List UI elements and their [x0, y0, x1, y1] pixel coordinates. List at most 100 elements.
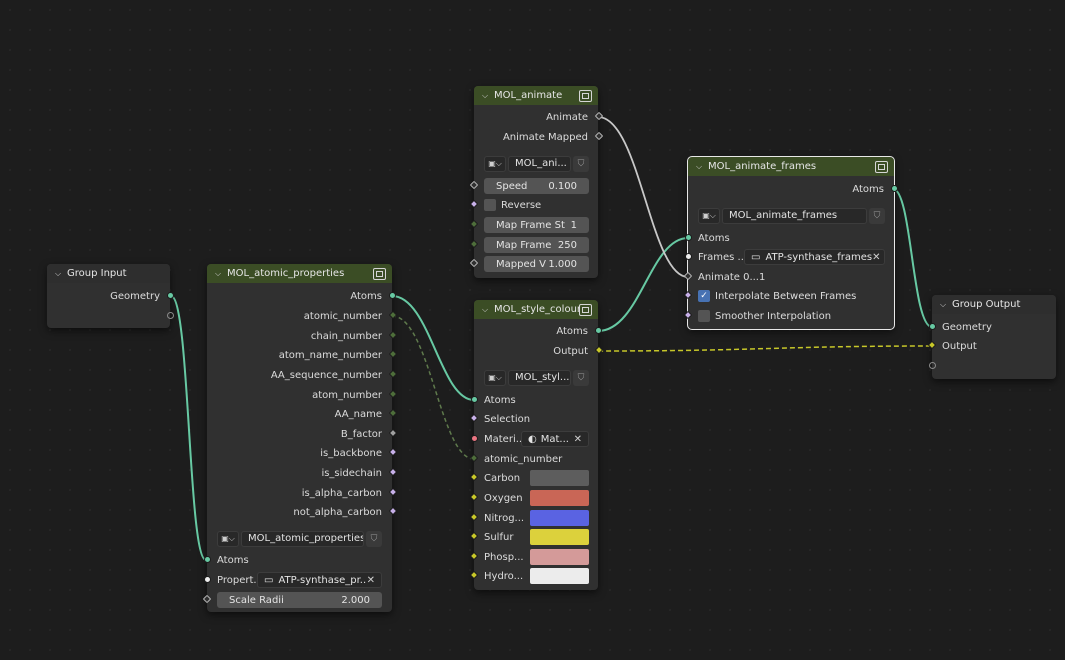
- empty-socket-icon[interactable]: [928, 362, 936, 369]
- float-socket-icon[interactable]: [469, 180, 478, 190]
- group-input-node[interactable]: ⌵ Group Input Geometry: [47, 264, 174, 328]
- empty-socket-icon[interactable]: [166, 312, 174, 319]
- node-group-picker[interactable]: ▣⌵ MOL_ani... ⛉: [484, 155, 589, 172]
- style-colour-node[interactable]: ⌵ MOL_style_colour Atoms Output ▣⌵ MOL_s…: [469, 300, 603, 590]
- node-tree-icon[interactable]: ▣⌵: [698, 207, 720, 224]
- material-field[interactable]: ◐ Mat... ✕: [521, 431, 589, 447]
- bool-socket-icon[interactable]: [388, 467, 397, 477]
- node-header[interactable]: ⌵ Group Input: [47, 264, 170, 283]
- group-output-node[interactable]: ⌵ Group Output Geometry Output: [927, 295, 1056, 379]
- geometry-socket-icon[interactable]: [890, 185, 898, 192]
- node-group-picker[interactable]: ▣⌵ MOL_animate_frames ⛉: [698, 207, 885, 224]
- geometry-socket-icon[interactable]: [684, 234, 692, 241]
- node-tree-icon[interactable]: ▣⌵: [484, 369, 506, 386]
- node-header[interactable]: ⌵ MOL_animate: [474, 86, 598, 105]
- bool-socket-icon[interactable]: [683, 290, 692, 300]
- interpolate-checkbox[interactable]: ✓: [698, 290, 710, 302]
- node-group-icon[interactable]: [875, 160, 888, 173]
- int-socket-icon[interactable]: [388, 330, 397, 340]
- map-frame-field[interactable]: Map Frame 250: [484, 237, 589, 253]
- clear-icon[interactable]: ✕: [872, 252, 880, 263]
- node-header[interactable]: ⌵ MOL_style_colour: [474, 300, 598, 319]
- map-frame-start-field[interactable]: Map Frame St 1: [484, 217, 589, 233]
- clear-icon[interactable]: ✕: [574, 434, 582, 445]
- node-group-name[interactable]: MOL_styl...: [508, 369, 571, 386]
- chevron-down-icon[interactable]: ⌵: [940, 300, 952, 310]
- color-socket-icon[interactable]: [469, 512, 478, 522]
- smoother-checkbox[interactable]: [698, 310, 710, 322]
- node-tree-icon[interactable]: ▣⌵: [217, 530, 239, 547]
- atomic-properties-node[interactable]: ⌵ MOL_atomic_properties Atoms atomic_num…: [202, 264, 397, 612]
- geometry-socket-icon[interactable]: [470, 396, 478, 403]
- float-socket-icon[interactable]: [202, 594, 211, 604]
- color-socket-icon[interactable]: [469, 472, 478, 482]
- bool-socket-icon[interactable]: [683, 310, 692, 320]
- frames-collection-field[interactable]: ▭ ATP-synthase_frames ✕: [744, 249, 885, 265]
- node-group-picker[interactable]: ▣⌵ MOL_styl... ⛉: [484, 369, 589, 386]
- chevron-down-icon[interactable]: ⌵: [482, 305, 494, 315]
- geometry-socket-icon[interactable]: [388, 292, 396, 299]
- sulfur-color-swatch[interactable]: [530, 529, 589, 545]
- carbon-color-swatch[interactable]: [530, 470, 589, 486]
- int-socket-icon[interactable]: [388, 310, 397, 320]
- fake-user-shield-icon[interactable]: ⛉: [366, 530, 382, 547]
- node-group-name[interactable]: MOL_atomic_properties: [241, 530, 364, 547]
- chevron-down-icon[interactable]: ⌵: [215, 269, 227, 279]
- node-header[interactable]: ⌵ Group Output: [932, 295, 1056, 314]
- hydrogen-color-swatch[interactable]: [530, 568, 589, 584]
- float-socket-icon[interactable]: [594, 131, 603, 141]
- property-object-field[interactable]: ▭ ATP-synthase_pr... ✕: [257, 572, 382, 588]
- int-socket-icon[interactable]: [388, 369, 397, 379]
- bool-socket-icon[interactable]: [388, 506, 397, 516]
- bool-socket-icon[interactable]: [469, 199, 478, 209]
- object-socket-icon[interactable]: [203, 576, 211, 583]
- int-socket-icon[interactable]: [388, 349, 397, 359]
- int-socket-icon[interactable]: [388, 389, 397, 399]
- color-socket-icon[interactable]: [469, 492, 478, 502]
- fake-user-shield-icon[interactable]: ⛉: [869, 207, 885, 224]
- node-group-name[interactable]: MOL_animate_frames: [722, 207, 867, 224]
- node-group-icon[interactable]: [579, 303, 592, 316]
- geometry-socket-icon[interactable]: [166, 292, 174, 299]
- node-header[interactable]: ⌵ MOL_atomic_properties: [207, 264, 392, 283]
- float-socket-icon[interactable]: [683, 271, 692, 281]
- float-socket-icon[interactable]: [388, 428, 397, 438]
- geometry-socket-icon[interactable]: [928, 323, 936, 330]
- int-socket-icon[interactable]: [469, 239, 478, 249]
- color-socket-icon[interactable]: [469, 570, 478, 580]
- fake-user-shield-icon[interactable]: ⛉: [573, 155, 589, 172]
- node-group-name[interactable]: MOL_ani...: [508, 155, 571, 172]
- node-tree-icon[interactable]: ▣⌵: [484, 155, 506, 172]
- chevron-down-icon[interactable]: ⌵: [482, 91, 494, 101]
- animate-frames-node[interactable]: ⌵ MOL_animate_frames Atoms ▣⌵ MOL_animat…: [683, 156, 898, 330]
- clear-icon[interactable]: ✕: [367, 575, 375, 586]
- collection-socket-icon[interactable]: [684, 253, 692, 260]
- scale-radii-field[interactable]: Scale Radii 2.000: [217, 592, 382, 608]
- float-socket-icon[interactable]: [469, 258, 478, 268]
- bool-socket-icon[interactable]: [388, 447, 397, 457]
- animate-node[interactable]: ⌵ MOL_animate Animate Animate Mapped ▣⌵ …: [469, 86, 603, 278]
- node-header[interactable]: ⌵ MOL_animate_frames: [688, 157, 894, 176]
- color-socket-icon[interactable]: [927, 340, 936, 350]
- nitrogen-color-swatch[interactable]: [530, 510, 589, 526]
- chevron-down-icon[interactable]: ⌵: [55, 269, 67, 279]
- phosphorus-color-swatch[interactable]: [530, 549, 589, 565]
- int-socket-icon[interactable]: [388, 408, 397, 418]
- node-group-picker[interactable]: ▣⌵ MOL_atomic_properties ⛉: [217, 530, 382, 547]
- int-socket-icon[interactable]: [469, 453, 478, 463]
- speed-field[interactable]: Speed 0.100: [484, 178, 589, 194]
- bool-socket-icon[interactable]: [388, 487, 397, 497]
- geometry-socket-icon[interactable]: [594, 327, 602, 334]
- node-group-icon[interactable]: [373, 267, 386, 280]
- material-socket-icon[interactable]: [470, 435, 478, 442]
- chevron-down-icon[interactable]: ⌵: [696, 162, 708, 172]
- int-socket-icon[interactable]: [469, 219, 478, 229]
- float-socket-icon[interactable]: [594, 111, 603, 121]
- color-socket-icon[interactable]: [469, 551, 478, 561]
- reverse-checkbox[interactable]: [484, 199, 496, 211]
- color-socket-icon[interactable]: [469, 531, 478, 541]
- mapped-value-field[interactable]: Mapped V 1.000: [484, 256, 589, 272]
- bool-socket-icon[interactable]: [469, 413, 478, 423]
- fake-user-shield-icon[interactable]: ⛉: [573, 369, 589, 386]
- oxygen-color-swatch[interactable]: [530, 490, 589, 506]
